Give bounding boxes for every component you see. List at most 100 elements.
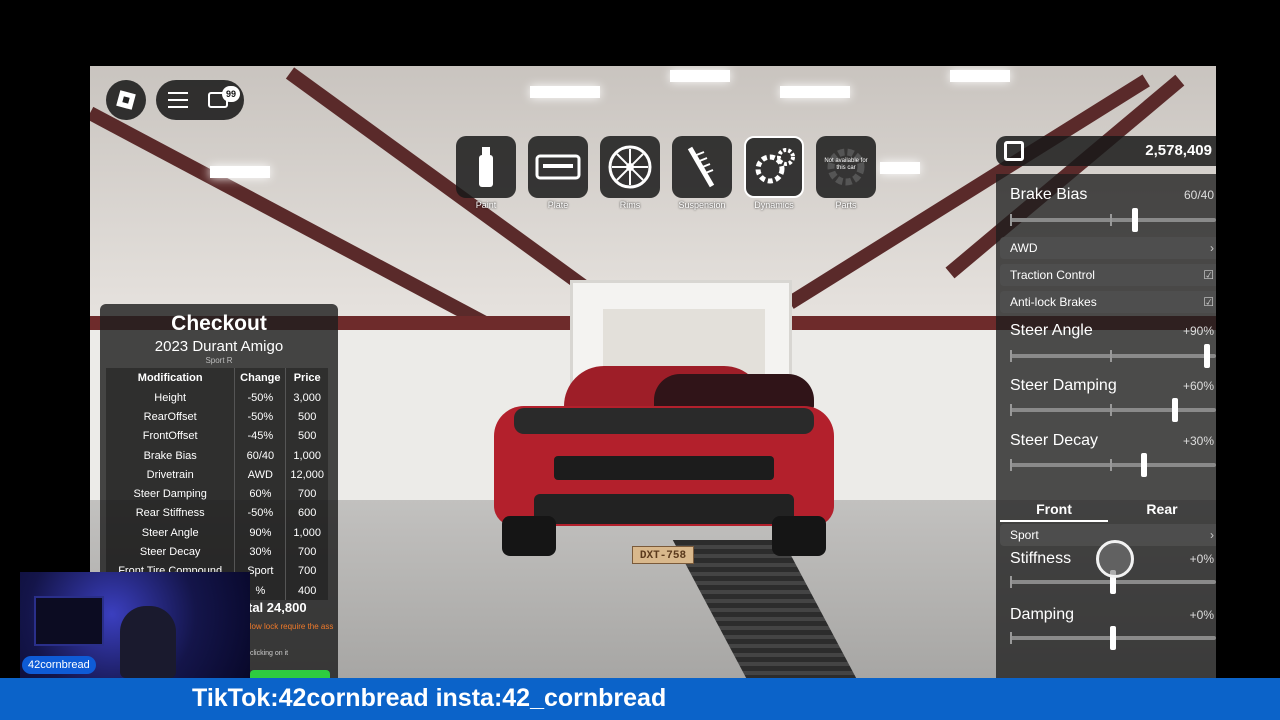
checkout-column-header: Change [234, 368, 287, 388]
checkout-row: Rear Stiffness -50% 600 [106, 503, 328, 524]
checkout-cell: Brake Bias [106, 445, 236, 466]
checkout-cell: -50% [234, 503, 287, 524]
brake-bias-label: Brake Bias [1010, 186, 1088, 203]
tool-suspension[interactable]: Suspension [672, 136, 732, 210]
checkout-column-header: Price [285, 368, 328, 388]
checkout-car-trim: Sport R [205, 356, 233, 365]
checkout-note-secondary: clicking on it [250, 650, 289, 657]
streamer-name-tag: 42cornbread [22, 656, 96, 674]
damping-row: Damping +0% [1010, 606, 1216, 624]
checkbox-icon[interactable]: ☑ [1203, 264, 1214, 286]
spray-can-icon [479, 147, 493, 187]
steer-angle-row: Steer Angle +90% [1010, 322, 1216, 340]
checkout-title: Checkout [171, 312, 267, 335]
tab-rear[interactable]: Rear [1108, 496, 1216, 522]
roblox-logo-icon [116, 90, 136, 110]
checkout-cell: -50% [234, 407, 287, 427]
traction-control-toggle[interactable]: Traction Control ☑ [1000, 264, 1216, 286]
checkout-cell: 90% [234, 523, 287, 543]
tool-parts-label: Parts [835, 200, 857, 210]
damping-knob[interactable] [1110, 626, 1116, 650]
checkout-cell: 500 [285, 426, 328, 446]
checkout-row: Brake Bias 60/40 1,000 [106, 445, 328, 466]
stiffness-slider[interactable] [1010, 570, 1216, 594]
tool-plate-label: Plate [547, 200, 569, 210]
checkout-row: Steer Angle 90% 1,000 [106, 523, 328, 543]
checkout-cell: 1,000 [285, 445, 328, 466]
checkout-row: Steer Damping 60% 700 [106, 484, 328, 504]
checkbox-icon[interactable]: ☑ [1203, 291, 1214, 313]
steer-damping-row: Steer Damping +60% [1010, 377, 1216, 395]
steer-damping-slider[interactable] [1010, 398, 1216, 422]
license-plate: DXT-758 [632, 546, 694, 564]
steer-angle-knob[interactable] [1204, 344, 1210, 368]
brake-bias-knob[interactable] [1132, 208, 1138, 232]
tool-parts[interactable]: Not available for this car Parts [816, 136, 876, 210]
steer-decay-slider[interactable] [1010, 453, 1216, 477]
tool-plate[interactable]: Plate [528, 136, 588, 210]
chat-count-badge: 99 [222, 86, 240, 102]
tab-front[interactable]: Front [1000, 496, 1108, 522]
tire-compound-label: Sport [1010, 528, 1039, 542]
abs-toggle[interactable]: Anti-lock Brakes ☑ [1000, 291, 1216, 313]
car: DXT-758 [494, 366, 834, 564]
ceiling-light [780, 86, 850, 98]
tool-dynamics-label: Dynamics [754, 200, 794, 210]
abs-label: Anti-lock Brakes [1010, 295, 1097, 309]
checkout-cell: 600 [285, 503, 328, 524]
checkout-cell: AWD [234, 465, 287, 485]
steer-decay-knob[interactable] [1141, 453, 1147, 477]
brake-bias-slider[interactable] [1010, 208, 1216, 232]
webcam-person [120, 606, 176, 678]
tool-paint-label: Paint [475, 200, 497, 210]
checkout-total: tal 24,800 [248, 600, 307, 615]
steer-damping-knob[interactable] [1172, 398, 1178, 422]
hamburger-menu-icon[interactable] [168, 92, 188, 108]
checkout-cell: 400 [285, 580, 328, 601]
steer-decay-row: Steer Decay +30% [1010, 432, 1216, 450]
purchase-button[interactable] [250, 670, 330, 678]
damping-slider[interactable] [1010, 626, 1216, 650]
tool-paint[interactable]: Paint [456, 136, 516, 210]
ceiling-light [670, 70, 730, 82]
suspension-icon [687, 146, 715, 188]
roblox-menu-button[interactable] [106, 80, 146, 120]
currency-display: 2,578,409 [996, 136, 1216, 166]
chevron-right-icon: › [1210, 241, 1214, 255]
checkout-cell: 700 [285, 561, 328, 581]
steer-angle-slider[interactable] [1010, 344, 1216, 368]
checkout-cell: 30% [234, 542, 287, 562]
social-banner: TikTok:42cornbread insta:42_cornbread [0, 678, 1280, 720]
checkout-row: Drivetrain AWD 12,000 [106, 465, 328, 485]
steer-damping-value: +60% [1182, 379, 1214, 393]
ceiling-light [530, 86, 600, 98]
checkout-cell: FrontOffset [106, 426, 236, 446]
drivetrain-label: AWD [1010, 241, 1038, 255]
checkout-cell: Steer Decay [106, 542, 236, 562]
brake-bias-row: Brake Bias 60/40 [1010, 186, 1216, 204]
ceiling-light [950, 70, 1010, 82]
tool-rims[interactable]: Rims [600, 136, 660, 210]
checkout-cell: Steer Angle [106, 523, 236, 543]
ceiling-light [880, 162, 920, 174]
checkout-cell: -45% [234, 426, 287, 446]
tool-rims-label: Rims [619, 200, 641, 210]
checkout-cell: 700 [285, 484, 328, 504]
checkout-cell: 700 [285, 542, 328, 562]
top-menu-pill: 99 [156, 80, 244, 120]
currency-icon [1004, 141, 1024, 161]
checkout-row: RearOffset -50% 500 [106, 407, 328, 427]
drivetrain-option[interactable]: AWD › [1000, 237, 1216, 259]
damping-value: +0% [1189, 608, 1214, 622]
rim-icon [608, 145, 652, 189]
stiffness-value: +0% [1189, 552, 1214, 566]
checkout-cell: 60% [234, 484, 287, 504]
checkout-cell: 1,000 [285, 523, 328, 543]
checkout-cell: -50% [234, 388, 287, 408]
ceiling-light [210, 166, 270, 178]
webcam-monitor [34, 596, 104, 646]
checkout-cell: Rear Stiffness [106, 503, 236, 524]
parts-unavailable-note: Not available for this car [824, 158, 868, 171]
tool-dynamics[interactable]: Dynamics [744, 136, 804, 210]
tuning-panel: Brake Bias 60/40 AWD › Traction Control … [996, 174, 1216, 678]
